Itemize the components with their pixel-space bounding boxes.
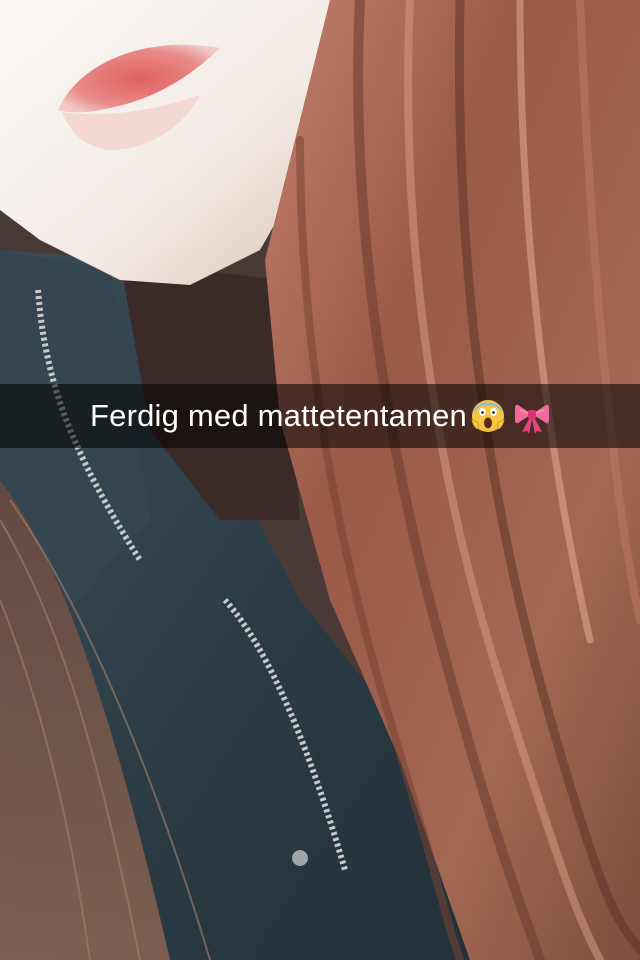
face-screaming-in-fear-icon <box>470 398 506 434</box>
caption-text: Ferdig med mattetentamen <box>90 398 467 433</box>
snap-view[interactable]: Ferdig med mattetentamen <box>0 0 640 960</box>
caption-bar[interactable]: Ferdig med mattetentamen <box>0 384 640 448</box>
selfie-photo <box>0 0 640 960</box>
ribbon-icon <box>514 398 550 434</box>
caption: Ferdig med mattetentamen <box>90 384 550 448</box>
